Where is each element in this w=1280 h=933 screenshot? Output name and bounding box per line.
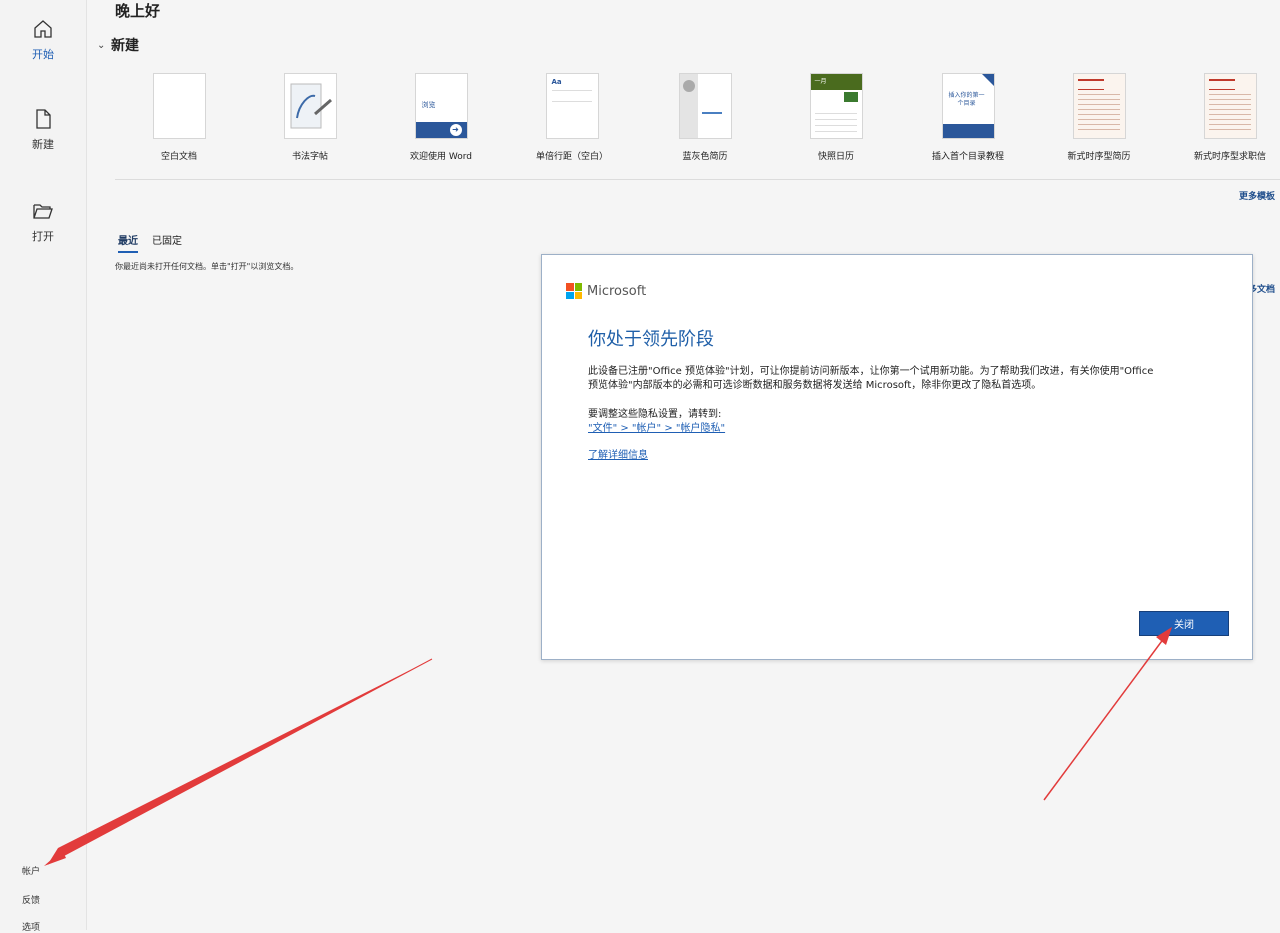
nav-home[interactable]: 开始 — [0, 18, 86, 88]
template-label: 空白文档 — [160, 152, 197, 162]
thumb-corner — [981, 74, 994, 86]
home-icon — [34, 20, 52, 38]
open-folder-icon — [33, 204, 53, 219]
template-single-spaced[interactable]: Aa 单倍行距（空白） — [507, 73, 637, 162]
dialog-title: 你处于领先阶段 — [588, 329, 714, 350]
arrow-to-account — [44, 658, 433, 866]
nav-new[interactable]: 新建 — [0, 108, 86, 178]
template-modern-cover-letter[interactable]: 新式时序型求职信 — [1165, 73, 1280, 162]
close-button[interactable]: 关闭 — [1139, 611, 1229, 636]
nav-feedback[interactable]: 反馈 — [22, 893, 40, 906]
new-section-header[interactable]: ⌄ 新建 — [97, 35, 139, 55]
template-toc-tutorial[interactable]: 插入你的第一个目录 插入首个目录教程 — [903, 73, 1033, 162]
microsoft-brand-text: Microsoft — [587, 283, 647, 299]
tab-pinned[interactable]: 已固定 — [152, 232, 182, 253]
avatar — [682, 80, 695, 92]
new-section-title: 新建 — [111, 38, 139, 54]
template-thumbnail — [283, 73, 337, 139]
recent-tabs: 最近 已固定 — [118, 232, 196, 253]
thumb-accent — [701, 112, 722, 124]
more-templates-link[interactable]: 更多模板 — [1239, 189, 1275, 202]
template-thumb-text: 插入你的第一个目录 — [948, 92, 985, 107]
calligraphy-pen-icon — [290, 83, 332, 129]
thumb-band — [942, 124, 994, 138]
privacy-settings-link[interactable]: "文件" > "帐户" > "帐户隐私" — [588, 419, 725, 434]
template-label: 新式时序型简历 — [1067, 152, 1131, 162]
template-calligraphy[interactable]: 书法字帖 — [245, 73, 375, 162]
thumb-lines — [1208, 94, 1251, 130]
chevron-down-icon: ⌄ — [97, 39, 106, 51]
learn-more-link[interactable]: 了解详细信息 — [588, 446, 648, 461]
template-label: 书法字帖 — [291, 152, 328, 162]
template-thumbnail: 浏览 ➜ — [414, 73, 468, 139]
template-thumbnail — [1203, 73, 1257, 139]
thumb-photo — [843, 92, 858, 102]
template-blank[interactable]: 空白文档 — [114, 73, 244, 162]
template-thumbnail: 插入你的第一个目录 — [941, 73, 995, 139]
template-label: 快照日历 — [817, 152, 854, 162]
thumb-grid — [814, 108, 857, 132]
nav-home-label: 开始 — [32, 48, 54, 61]
new-document-icon — [36, 109, 51, 129]
template-thumbnail — [1072, 73, 1126, 139]
template-label: 蓝灰色简历 — [682, 152, 728, 162]
nav-options[interactable]: 选项 — [22, 920, 40, 933]
template-thumbnail — [678, 73, 732, 139]
template-label: 插入首个目录教程 — [931, 152, 1004, 162]
thumb-lines — [1077, 94, 1120, 130]
template-thumbnail: Aa — [545, 73, 599, 139]
template-modern-resume[interactable]: 新式时序型简历 — [1034, 73, 1164, 162]
recent-empty-message: 你最近尚未打开任何文档。单击"打开"以浏览文档。 — [115, 262, 299, 271]
privacy-prompt: 要调整这些隐私设置，请转到: — [588, 409, 722, 420]
template-thumbnail — [152, 73, 206, 139]
template-blue-gray-resume[interactable]: 蓝灰色简历 — [640, 73, 770, 162]
arrow-right-icon: ➜ — [449, 124, 462, 136]
nav-open-label: 打开 — [32, 230, 54, 243]
insider-dialog: Microsoft 你处于领先阶段 此设备已注册"Office 预览体验"计划，… — [541, 254, 1253, 660]
template-welcome-word[interactable]: 浏览 ➜ 欢迎使用 Word — [376, 73, 506, 162]
microsoft-logo: Microsoft — [566, 283, 646, 299]
sidebar: 开始 新建 打开 帐户 反馈 选项 — [0, 0, 87, 933]
nav-open[interactable]: 打开 — [0, 200, 86, 270]
thumb-lines — [551, 90, 592, 102]
template-thumbnail: 一月 — [809, 73, 863, 139]
template-thumb-text: 浏览 — [421, 101, 436, 109]
template-label: 欢迎使用 Word — [410, 152, 472, 162]
dialog-body: 此设备已注册"Office 预览体验"计划，可让你提前访问新版本，让你第一个试用… — [588, 366, 1154, 391]
template-snapshot-calendar[interactable]: 一月 快照日历 — [771, 73, 901, 162]
thumb-heading — [1077, 79, 1104, 90]
nav-new-label: 新建 — [32, 138, 54, 151]
template-thumb-text: Aa — [551, 78, 562, 86]
template-label: 新式时序型求职信 — [1193, 152, 1266, 162]
nav-account[interactable]: 帐户 — [22, 864, 40, 877]
thumb-heading — [1208, 79, 1235, 90]
section-divider — [115, 179, 1280, 180]
greeting: 晚上好 — [115, 2, 161, 20]
tab-recent[interactable]: 最近 — [118, 232, 138, 253]
microsoft-logo-icon — [566, 283, 582, 299]
template-thumb-text: 一月 — [814, 78, 827, 85]
template-label: 单倍行距（空白） — [535, 152, 608, 162]
